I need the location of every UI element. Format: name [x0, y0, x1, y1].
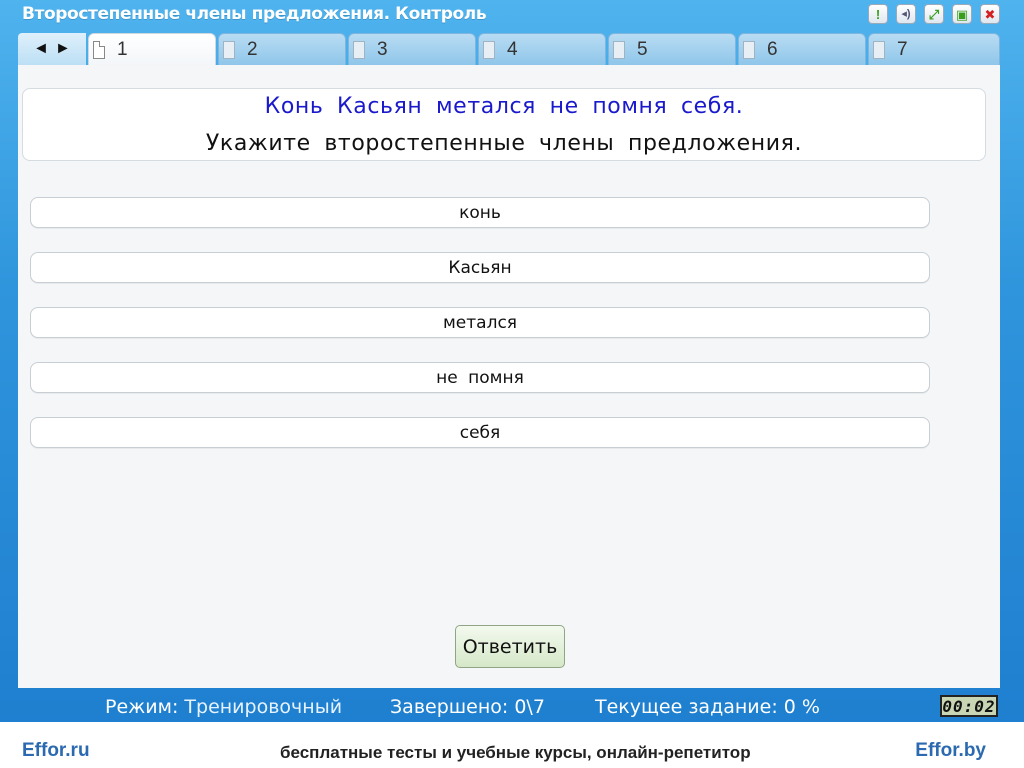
page-icon — [223, 40, 235, 59]
timer: 00:02 — [940, 695, 998, 717]
answer-option[interactable]: не помня — [30, 362, 930, 393]
save-icon[interactable]: ▣ — [952, 4, 972, 24]
question-instruction: Укажите второстепенные члены предложения… — [205, 131, 803, 156]
tab-label: 5 — [637, 38, 648, 60]
task-navigation: ◄ ► — [18, 33, 86, 65]
page-icon — [873, 40, 885, 59]
effor-by-link[interactable]: Effor.by — [915, 740, 986, 762]
tab-label: 2 — [247, 38, 258, 60]
next-arrow-icon[interactable]: ► — [55, 40, 71, 58]
hint-icon[interactable]: ! — [868, 4, 888, 24]
fullscreen-icon[interactable]: ⤢ — [924, 4, 944, 24]
test-application: Второстепенные члены предложения. Контро… — [0, 0, 1024, 722]
status-bar: Режим: Тренировочный Завершено: 0\7 Теку… — [0, 690, 1024, 722]
task-panel: Конь Касьян метался не помня себя. Укажи… — [18, 65, 1000, 688]
mode-label: Режим: — [105, 696, 179, 718]
question-sentence: Конь Касьян метался не помня себя. — [264, 94, 744, 119]
tab-label: 1 — [117, 38, 128, 60]
tab-2[interactable]: 2 — [218, 33, 346, 65]
close-icon[interactable]: ✖ — [980, 4, 1000, 24]
page-icon — [743, 40, 755, 59]
task-tabs: ◄ ► 1 2 3 4 5 6 7 — [18, 33, 1000, 65]
answer-option[interactable]: метался — [30, 307, 930, 338]
effor-ru-link[interactable]: Effor.ru — [22, 740, 90, 762]
tab-label: 7 — [897, 38, 908, 60]
tab-1[interactable]: 1 — [88, 33, 216, 65]
question-box: Конь Касьян метался не помня себя. Укажи… — [22, 88, 986, 161]
tab-label: 3 — [377, 38, 388, 60]
tab-label: 4 — [507, 38, 518, 60]
mode-status: Режим: Тренировочный — [105, 696, 342, 718]
tab-6[interactable]: 6 — [738, 33, 866, 65]
tab-5[interactable]: 5 — [608, 33, 736, 65]
answer-button[interactable]: Ответить — [455, 625, 565, 668]
prev-arrow-icon[interactable]: ◄ — [33, 40, 49, 58]
footer-tagline: бесплатные тесты и учебные курсы, онлайн… — [280, 743, 751, 762]
current-task-status: Текущее задание: 0 % — [595, 696, 820, 718]
mode-value: Тренировочный — [184, 696, 343, 718]
tab-label: 6 — [767, 38, 778, 60]
page-icon — [353, 40, 365, 59]
answer-option[interactable]: Касьян — [30, 252, 930, 283]
window-title: Второстепенные члены предложения. Контро… — [22, 4, 487, 24]
answer-option[interactable]: себя — [30, 417, 930, 448]
page-icon — [93, 40, 105, 59]
tab-4[interactable]: 4 — [478, 33, 606, 65]
answer-option[interactable]: конь — [30, 197, 930, 228]
completed-status: Завершено: 0\7 — [390, 696, 545, 718]
footer: Effor.ru бесплатные тесты и учебные курс… — [0, 722, 1024, 768]
page-icon — [613, 40, 625, 59]
sound-icon[interactable]: ◂) — [896, 4, 916, 24]
window-controls: ! ◂) ⤢ ▣ ✖ — [868, 4, 1000, 24]
title-bar: Второстепенные члены предложения. Контро… — [0, 0, 1024, 32]
tab-3[interactable]: 3 — [348, 33, 476, 65]
tab-7[interactable]: 7 — [868, 33, 1000, 65]
page-icon — [483, 40, 495, 59]
